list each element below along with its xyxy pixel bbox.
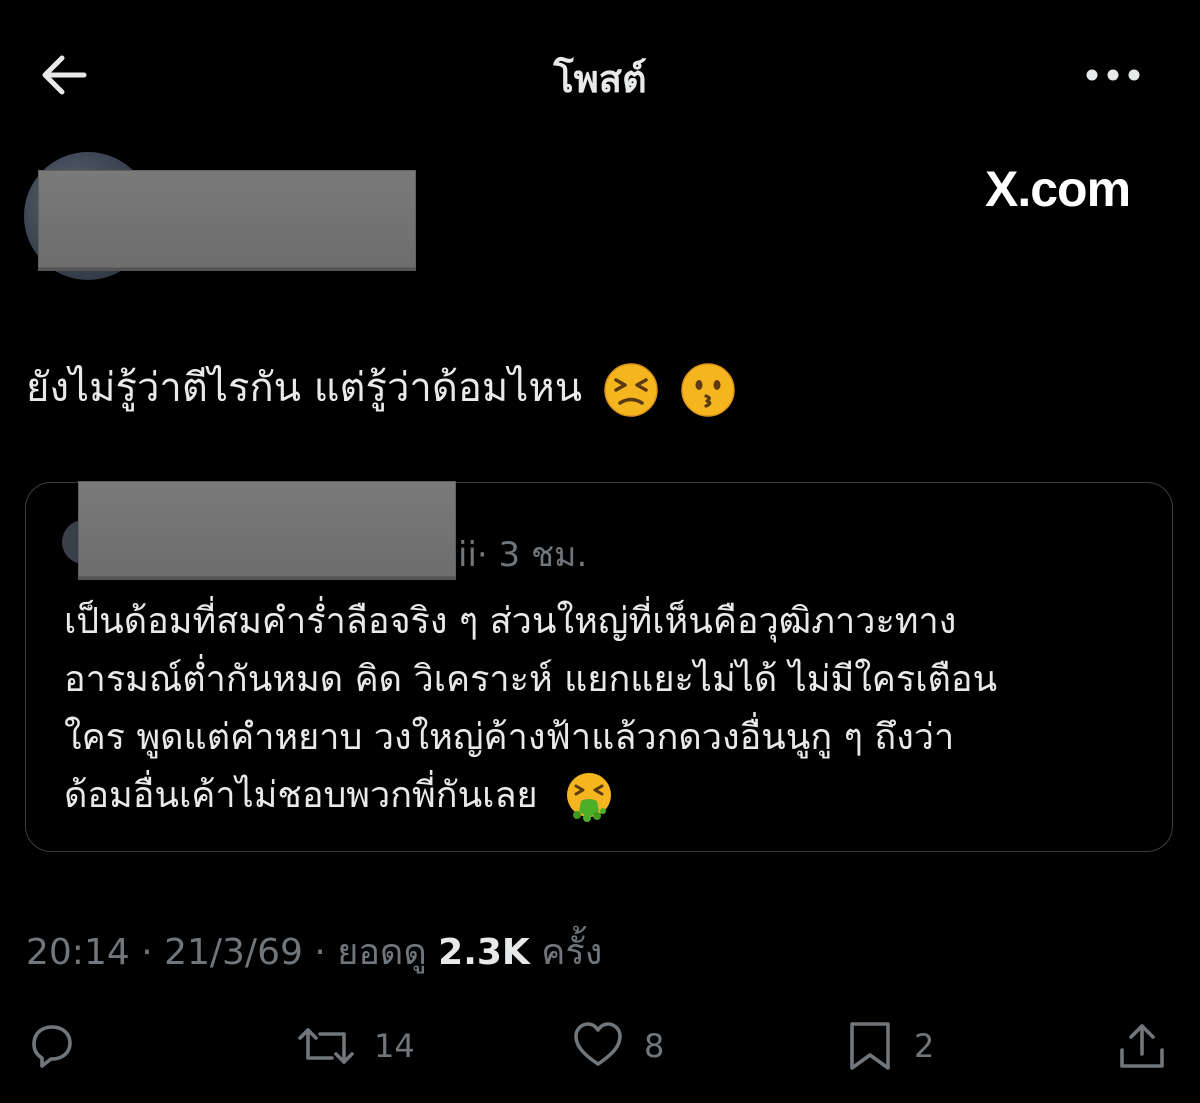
share-icon	[1120, 1024, 1164, 1068]
quoted-post-meta: ii· 3 ชม.	[458, 527, 587, 581]
quoted-handle-tail: ii	[458, 535, 477, 575]
more-options-button[interactable]	[1080, 58, 1146, 92]
quoted-text-line: อารมณ์ต่ำกันหมด คิด วิเคราะห์ แยกแยะไม่ไ…	[64, 659, 998, 700]
tweet-text-content: ยังไม่รู้ว่าตีไรกัน แต่รู้ว่าด้อมไหน	[26, 365, 583, 411]
retweet-icon	[298, 1028, 354, 1064]
bookmark-icon	[850, 1022, 890, 1070]
bookmark-count: 2	[914, 1027, 935, 1065]
heart-icon	[574, 1022, 622, 1066]
reply-icon	[32, 1025, 72, 1068]
views-count[interactable]: 2.3K	[438, 932, 530, 973]
tweet-text: ยังไม่รู้ว่าตีไรกัน แต่รู้ว่าด้อมไหน	[26, 355, 736, 421]
quoted-text-line: เป็นด้อมที่สมคำร่ำลือจริง ๆ ส่วนใหญ่ที่เ…	[64, 601, 957, 642]
post-time: 20:14	[26, 932, 130, 973]
separator-dot: ·	[302, 932, 338, 973]
redacted-quoted-author-name	[78, 481, 456, 577]
source-watermark: X.com	[985, 161, 1131, 217]
quoted-post-time: · 3 ชม.	[476, 535, 588, 575]
vomiting-face-emoji-icon	[567, 773, 612, 822]
persevering-face-emoji-icon	[604, 363, 658, 417]
retweet-button[interactable]: 14	[296, 1016, 415, 1076]
quoted-text-line: ใคร พูดแต่คำหยาบ วงใหญ่ค้างฟ้าแล้วกดวงอื…	[64, 717, 955, 758]
like-count: 8	[644, 1027, 665, 1065]
views-unit: ครั้ง	[541, 932, 603, 973]
page-title: โพสต์	[553, 57, 647, 101]
quoted-post-text: เป็นด้อมที่สมคำร่ำลือจริง ๆ ส่วนใหญ่ที่เ…	[64, 593, 1154, 825]
reply-button[interactable]	[24, 1016, 80, 1076]
more-horizontal-icon	[1086, 69, 1140, 81]
separator-dot: ·	[129, 932, 165, 973]
quoted-text-line-content: ด้อมอื่นเค้าไม่ชอบพวกพี่กันเลย	[64, 775, 538, 816]
kissing-face-emoji-icon	[680, 363, 735, 417]
post-date: 21/3/69	[164, 932, 303, 973]
redacted-author-name	[38, 170, 416, 268]
retweet-count: 14	[374, 1027, 415, 1065]
bookmark-button[interactable]: 2	[844, 1016, 934, 1076]
like-button[interactable]: 8	[570, 1016, 664, 1076]
views-label: ยอดดู	[337, 932, 427, 973]
share-button[interactable]	[1114, 1016, 1170, 1076]
post-meta-row: 20:14 · 21/3/69 · ยอดดู 2.3K ครั้ง	[26, 923, 602, 980]
quoted-text-line-last: ด้อมอื่นเค้าไม่ชอบพวกพี่กันเลย	[64, 767, 1154, 825]
